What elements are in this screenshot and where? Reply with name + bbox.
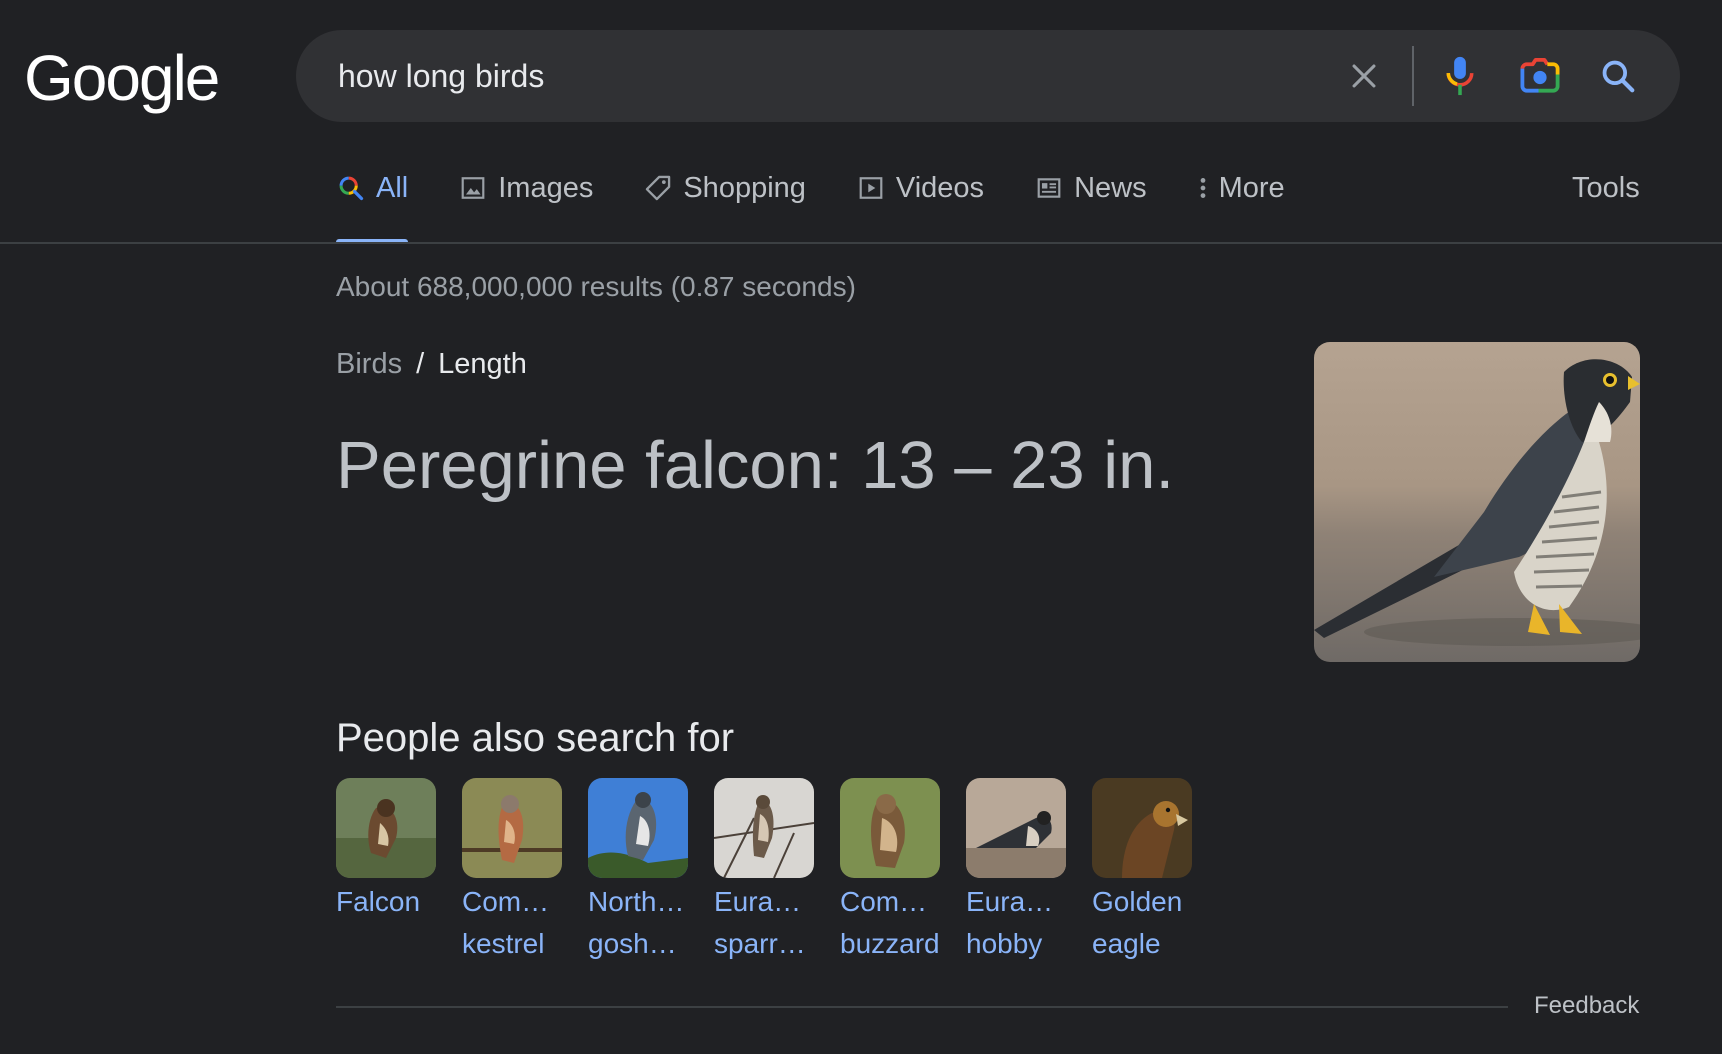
pasf-label-line2: eagle (1092, 928, 1161, 959)
tools-button[interactable]: Tools (1572, 170, 1640, 206)
tab-label: Videos (895, 172, 985, 204)
pasf-item-common-buzzard[interactable]: Com… buzzard (840, 778, 940, 962)
featured-answer: Peregrine falcon: 13 – 23 in. (336, 428, 1175, 503)
people-also-search-carousel: Falcon Com… kestrel North… gosh… Eura… s… (336, 778, 1218, 962)
pasf-label-line1: Golden (1092, 886, 1183, 917)
pasf-item-falcon[interactable]: Falcon (336, 778, 436, 962)
buzzard-thumbnail (840, 778, 940, 878)
peregrine-falcon-image[interactable] (1314, 342, 1640, 662)
tag-icon (643, 170, 673, 206)
tab-label: More (1218, 172, 1285, 204)
tabs-divider (0, 242, 1722, 244)
falcon-thumbnail (336, 778, 436, 878)
microphone-icon[interactable] (1436, 52, 1484, 100)
golden-eagle-thumbnail (1092, 778, 1192, 878)
tab-news[interactable]: News (1034, 170, 1147, 244)
pasf-label-line1: Eura… (966, 886, 1054, 917)
search-bar[interactable]: how long birds (296, 30, 1680, 122)
tab-videos[interactable]: Videos (856, 170, 984, 244)
tab-label: Shopping (683, 172, 806, 204)
people-also-search-title: People also search for (336, 716, 735, 760)
tab-more[interactable]: More (1197, 170, 1285, 244)
pasf-item-golden-eagle[interactable]: Golden eagle (1092, 778, 1192, 962)
pasf-item-eurasian-sparrowhawk[interactable]: Eura… sparr… (714, 778, 814, 962)
pasf-item-northern-goshawk[interactable]: North… gosh… (588, 778, 688, 962)
tab-all[interactable]: All (336, 170, 409, 244)
tab-images[interactable]: Images (458, 170, 593, 244)
pasf-label-line1: Falcon (336, 886, 421, 917)
pasf-label-line1: Com… (840, 886, 928, 917)
clear-icon[interactable] (1340, 52, 1388, 100)
pasf-item-common-kestrel[interactable]: Com… kestrel (462, 778, 562, 962)
newspaper-icon (1034, 170, 1064, 206)
pasf-label-line2: hobby (966, 928, 1043, 959)
search-input[interactable]: how long birds (338, 56, 544, 96)
search-tabs: All Images Shopping Videos News More (336, 170, 1335, 244)
tab-shopping[interactable]: Shopping (643, 170, 806, 244)
pasf-label-line2: sparr… (714, 928, 806, 959)
pasf-label-line2: kestrel (462, 928, 545, 959)
search-multicolor-icon (336, 170, 366, 206)
hobby-thumbnail (966, 778, 1066, 878)
pasf-item-eurasian-hobby[interactable]: Eura… hobby (966, 778, 1066, 962)
pasf-label-line2: gosh… (588, 928, 677, 959)
breadcrumb-parent[interactable]: Birds (336, 346, 402, 382)
goshawk-thumbnail (588, 778, 688, 878)
sparrowhawk-thumbnail (714, 778, 814, 878)
breadcrumb-current: Length (438, 348, 527, 380)
breadcrumb-separator: / (416, 348, 425, 380)
pasf-label-line1: Eura… (714, 886, 802, 917)
pasf-label-line1: Com… (462, 886, 550, 917)
kebab-icon (1197, 170, 1209, 206)
camera-lens-icon[interactable] (1516, 52, 1564, 100)
search-icon[interactable] (1594, 52, 1642, 100)
breadcrumb: Birds / Length (336, 346, 527, 382)
bottom-divider (336, 1006, 1508, 1008)
tab-label: All (376, 172, 409, 204)
tab-label: Images (498, 172, 594, 204)
result-stats: About 688,000,000 results (0.87 seconds) (336, 271, 856, 302)
tab-label: News (1074, 172, 1147, 204)
search-bar-divider (1412, 46, 1414, 106)
pasf-label-line2: buzzard (840, 928, 940, 959)
feedback-link[interactable]: Feedback (1534, 990, 1639, 1022)
pasf-label-line1: North… (588, 886, 685, 917)
play-icon (856, 170, 886, 206)
search-results-page: Google how long birds All Images Shoppin… (0, 0, 1722, 1054)
kestrel-thumbnail (462, 778, 562, 878)
image-icon (458, 170, 488, 206)
google-logo[interactable]: Google (24, 40, 220, 116)
